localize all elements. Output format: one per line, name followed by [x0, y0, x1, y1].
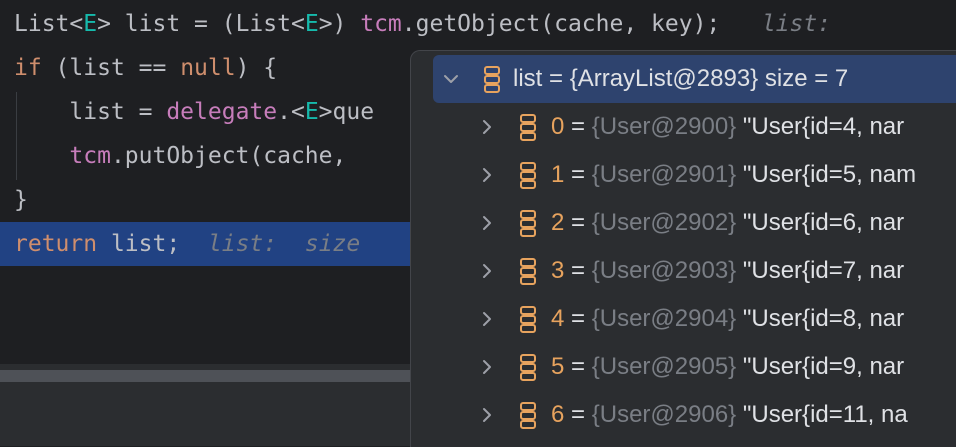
code-text: list;	[97, 231, 181, 257]
stack-icon	[519, 257, 537, 285]
object-ref: {User@2902}	[591, 209, 737, 236]
stack-icon	[519, 401, 537, 429]
item-index: 3	[551, 257, 565, 284]
item-index: 0	[551, 113, 565, 140]
object-ref: {User@2901}	[591, 161, 737, 188]
chevron-right-icon[interactable]	[479, 359, 495, 375]
equals-sign: =	[564, 401, 592, 428]
chevron-right-icon[interactable]	[479, 167, 495, 183]
code-text: >)	[318, 11, 361, 37]
equals-sign: =	[564, 161, 592, 188]
object-ref: {User@2900}	[591, 113, 737, 140]
keyword: return	[14, 231, 98, 257]
stack-icon	[519, 113, 537, 141]
type-param: E	[304, 11, 319, 37]
equals-sign: =	[564, 113, 592, 140]
tree-row-item-4[interactable]: 4 = {User@2904} "User{id=8, nar	[411, 295, 956, 343]
stack-icon	[519, 305, 537, 333]
equals-sign: =	[564, 305, 592, 332]
object-ref: {User@2903}	[591, 257, 737, 284]
chevron-right-icon[interactable]	[479, 407, 495, 423]
object-ref: {User@2905}	[591, 353, 737, 380]
item-index: 2	[551, 209, 565, 236]
code-text: > list = (List<	[97, 11, 305, 37]
code-text: .getObject(cache, key);	[401, 11, 721, 37]
field-ref: delegate	[166, 99, 278, 125]
chevron-right-icon[interactable]	[479, 263, 495, 279]
code-text: List<	[14, 11, 84, 37]
tree-row-item-1[interactable]: 1 = {User@2901} "User{id=5, nam	[411, 151, 956, 199]
stack-icon	[519, 161, 537, 189]
code-text: }	[14, 187, 28, 213]
keyword: null	[180, 55, 236, 81]
tree-row-item-2[interactable]: 2 = {User@2902} "User{id=6, nar	[411, 199, 956, 247]
chevron-right-icon[interactable]	[479, 311, 495, 327]
field-ref: tcm	[69, 143, 111, 169]
variable-size: size = 7	[764, 65, 849, 92]
chevron-down-icon[interactable]	[443, 71, 459, 87]
type-param: E	[83, 11, 98, 37]
tree-row-list-root[interactable]: list = {ArrayList@2893} size = 7	[433, 55, 956, 103]
stack-icon	[483, 65, 501, 93]
keyword: if	[14, 55, 42, 81]
horizontal-scrollbar-thumb[interactable]	[0, 370, 410, 382]
object-tostring: "User{id=6, nar	[742, 209, 905, 236]
item-index: 4	[551, 305, 565, 332]
object-tostring: "User{id=9, nar	[742, 353, 905, 380]
item-index: 5	[551, 353, 565, 380]
object-tostring: "User{id=8, nar	[742, 305, 905, 332]
code-text: .putObject(cache,	[110, 143, 361, 169]
item-index: 1	[551, 161, 565, 188]
code-text: .<	[277, 99, 305, 125]
equals-sign: =	[564, 257, 592, 284]
object-ref: {User@2906}	[591, 401, 737, 428]
variable-name: list	[513, 65, 543, 92]
code-line-1[interactable]: List<E> list = (List<E>) tcm.getObject(c…	[0, 2, 956, 46]
code-text: (list ==	[41, 55, 181, 81]
equals-sign: =	[542, 65, 570, 92]
inline-value-hint: size	[304, 231, 361, 257]
tree-row-item-0[interactable]: 0 = {User@2900} "User{id=4, nar	[411, 103, 956, 151]
code-text: ) {	[235, 55, 278, 81]
stack-icon	[519, 353, 537, 381]
inline-value-hint: list:	[207, 231, 278, 257]
equals-sign: =	[564, 353, 592, 380]
object-tostring: "User{id=5, nam	[742, 161, 917, 188]
field-ref: tcm	[360, 11, 402, 37]
tree-row-item-3[interactable]: 3 = {User@2903} "User{id=7, nar	[411, 247, 956, 295]
debugger-value-popup[interactable]: list = {ArrayList@2893} size = 7 0 = {Us…	[410, 50, 956, 447]
chevron-right-icon[interactable]	[479, 119, 495, 135]
object-ref: {User@2904}	[591, 305, 737, 332]
type-param: E	[304, 99, 319, 125]
item-index: 6	[551, 401, 565, 428]
code-text: >que	[318, 99, 375, 125]
inline-value-hint: list:	[761, 11, 832, 37]
equals-sign: =	[564, 209, 592, 236]
object-tostring: "User{id=11, na	[742, 401, 908, 428]
stack-icon	[519, 209, 537, 237]
tree-row-item-6[interactable]: 6 = {User@2906} "User{id=11, na	[411, 391, 956, 439]
tree-row-item-5[interactable]: 5 = {User@2905} "User{id=9, nar	[411, 343, 956, 391]
object-tostring: "User{id=7, nar	[742, 257, 905, 284]
code-text: list =	[14, 99, 167, 125]
chevron-right-icon[interactable]	[479, 215, 495, 231]
variable-value: {ArrayList@2893}	[569, 65, 759, 92]
object-tostring: "User{id=4, nar	[742, 113, 905, 140]
